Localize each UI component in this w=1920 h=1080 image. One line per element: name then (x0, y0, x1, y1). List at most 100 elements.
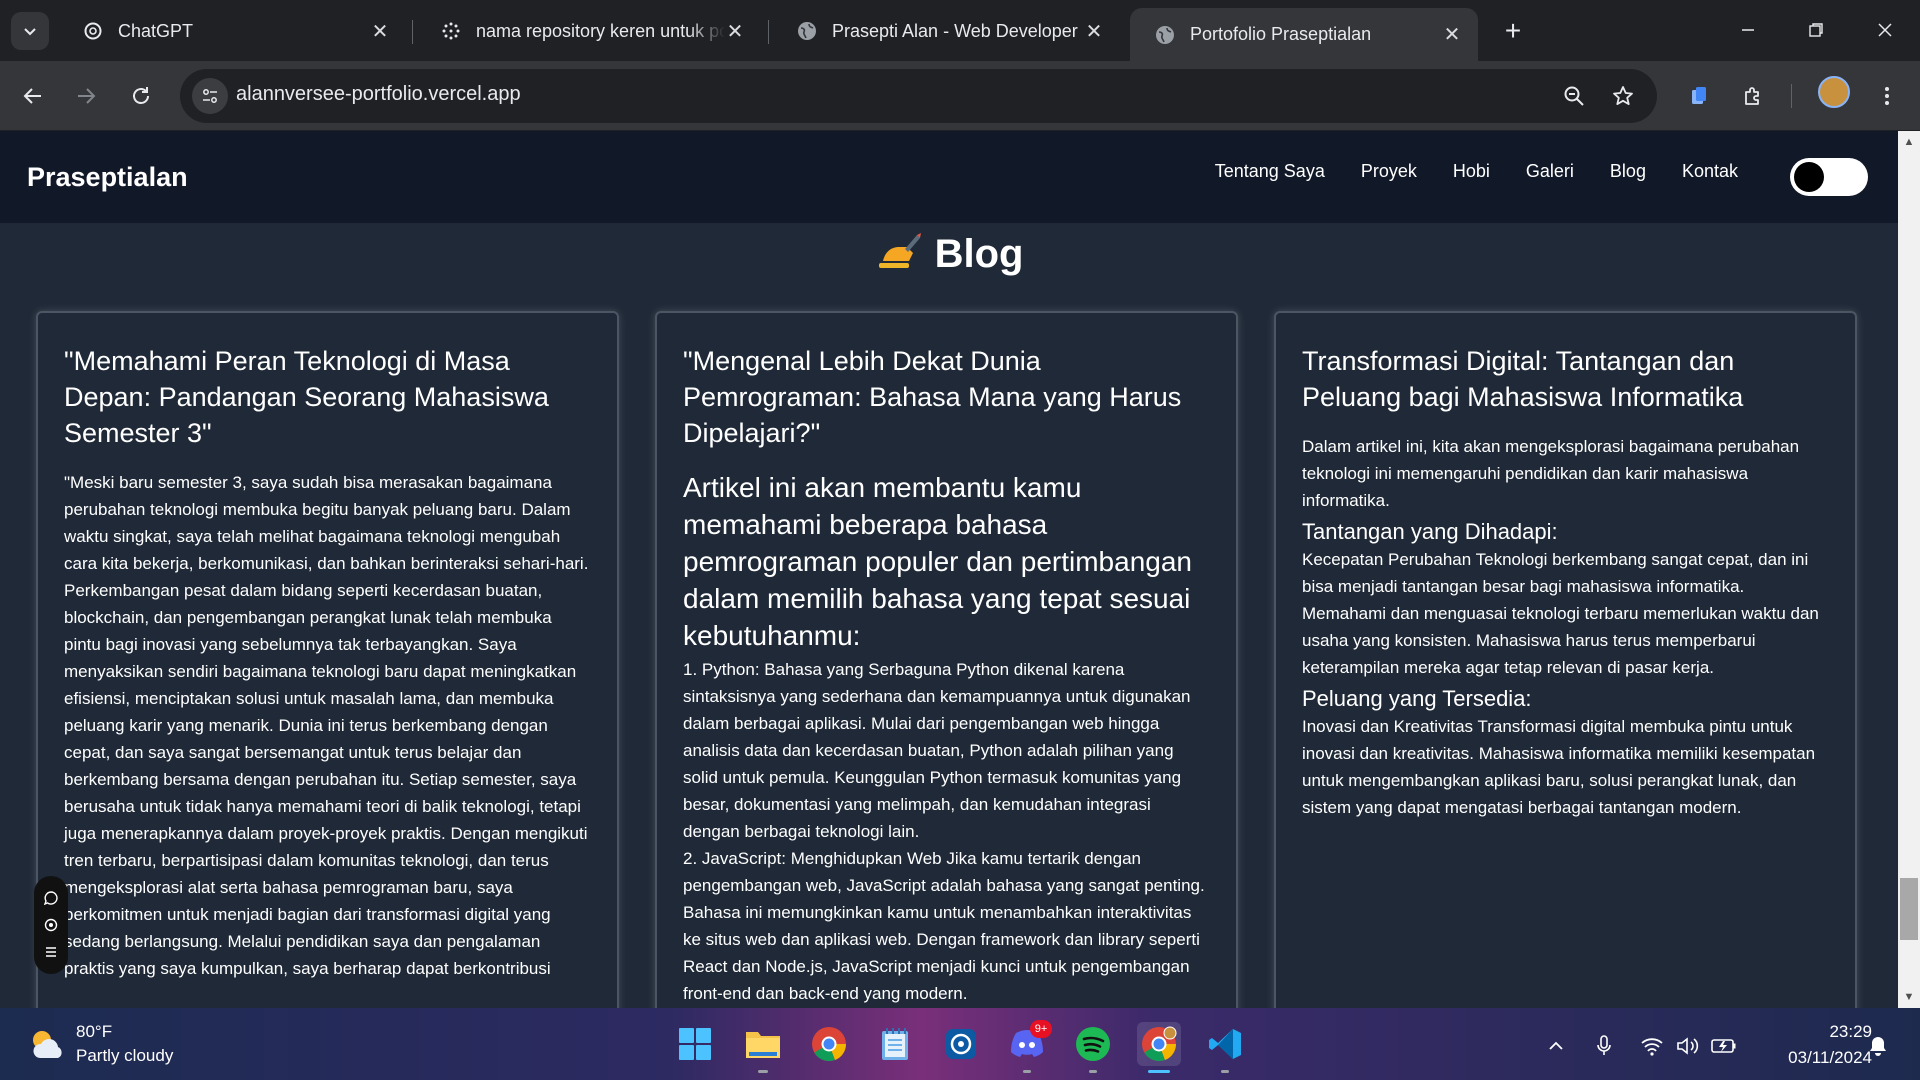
address-bar[interactable]: alannversee-portfolio.vercel.app (180, 69, 1657, 123)
close-tab-icon[interactable]: ✕ (1442, 22, 1462, 47)
file-explorer-icon (746, 1032, 780, 1058)
floating-side-toolbar (34, 876, 68, 974)
blog-card-intro: Dalam artikel ini, kita akan mengeksplor… (1302, 437, 1800, 510)
url-text[interactable]: alannversee-portfolio.vercel.app (236, 83, 521, 106)
minimize-button[interactable] (1723, 10, 1773, 50)
extension-button[interactable] (1679, 76, 1719, 116)
blog-card-paragraph: Inovasi dan Kreativitas Transformasi dig… (1302, 717, 1816, 817)
nav-link-hobi[interactable]: Hobi (1453, 161, 1490, 182)
discord-notification-badge: 9+ (1030, 1020, 1052, 1038)
zoom-button[interactable] (1558, 80, 1590, 112)
tray-microphone[interactable] (1590, 1032, 1618, 1060)
taskbar-spotify[interactable] (1071, 1022, 1115, 1066)
taskbar-chrome-profile[interactable] (1137, 1022, 1181, 1066)
tab-chatgpt[interactable]: ChatGPT ✕ (58, 8, 406, 54)
restore-icon (1809, 23, 1823, 37)
blog-card-subheading: Tantangan yang Dihadapi: (1302, 519, 1558, 544)
scroll-down-arrow-icon[interactable]: ▼ (1898, 988, 1920, 1006)
site-info-button[interactable] (192, 78, 228, 114)
blog-card-title: "Memahami Peran Teknologi di Masa Depan:… (64, 346, 549, 448)
taskbar-file-explorer[interactable] (741, 1022, 785, 1066)
tab-strip: ChatGPT ✕ nama repository keren untuk po… (0, 0, 1920, 61)
page-scrollbar[interactable] (1898, 131, 1920, 1008)
nav-link-tentang-saya[interactable]: Tentang Saya (1215, 161, 1325, 182)
scrollbar-thumb[interactable] (1900, 878, 1918, 940)
start-button[interactable] (673, 1022, 717, 1066)
page-viewport: Praseptialan Tentang Saya Proyek Hobi Ga… (0, 131, 1898, 1008)
dark-mode-toggle[interactable] (1790, 158, 1868, 196)
weather-temperature[interactable]: 80°F (76, 1022, 112, 1042)
nav-link-kontak[interactable]: Kontak (1682, 161, 1738, 182)
nav-link-proyek[interactable]: Proyek (1361, 161, 1417, 182)
blog-card-paragraph: 1. Python: Bahasa yang Serbaguna Python … (683, 660, 1191, 841)
blog-card-paragraph: 2. JavaScript: Menghidupkan Web Jika kam… (683, 849, 1205, 1003)
restore-button[interactable] (1791, 10, 1841, 50)
chrome-menu-button[interactable] (1867, 76, 1907, 116)
bookmark-button[interactable] (1607, 80, 1639, 112)
writing-hand-emoji-icon (878, 233, 921, 268)
extensions-menu-button[interactable] (1733, 76, 1773, 116)
close-tab-icon[interactable]: ✕ (370, 19, 390, 44)
scroll-up-arrow-icon[interactable]: ▲ (1898, 133, 1920, 151)
menu-icon[interactable] (44, 945, 58, 959)
toolbar-divider (1791, 84, 1792, 108)
clock-date[interactable]: 03/11/2024 (1756, 1048, 1872, 1068)
show-hidden-icons[interactable] (1542, 1032, 1570, 1060)
tab-title: nama repository keren untuk portofolio (476, 20, 725, 41)
app-running-indicator (1221, 1070, 1229, 1073)
reload-button[interactable] (121, 76, 161, 116)
profile-avatar[interactable] (1818, 76, 1850, 108)
start-icon (679, 1028, 711, 1060)
nav-link-blog[interactable]: Blog (1610, 161, 1646, 182)
blog-card-paragraph: Kecepatan Perubahan Teknologi berkembang… (1302, 550, 1819, 677)
blog-section-heading: Blog (0, 231, 1898, 277)
tray-volume[interactable] (1674, 1032, 1702, 1060)
more-vert-icon (1885, 87, 1889, 105)
app-running-indicator (1023, 1070, 1031, 1073)
puzzle-icon (1745, 87, 1759, 105)
back-button[interactable] (13, 76, 53, 116)
globe-icon (796, 20, 818, 42)
tab-divider (768, 20, 769, 44)
clock-time[interactable]: 23:29 (1808, 1022, 1872, 1042)
tab-search-button[interactable] (11, 12, 49, 50)
notifications-button[interactable] (1864, 1032, 1892, 1060)
weather-description[interactable]: Partly cloudy (76, 1046, 173, 1066)
taskbar-vscode[interactable] (1203, 1022, 1247, 1066)
app-running-indicator (1089, 1070, 1097, 1073)
blog-card-subheading: Peluang yang Tersedia: (1302, 686, 1532, 711)
nav-link-galeri[interactable]: Galeri (1526, 161, 1574, 182)
site-navbar: Praseptialan Tentang Saya Proyek Hobi Ga… (0, 131, 1898, 223)
blog-card-lead: Artikel ini akan membantu kamu memahami … (683, 472, 1192, 651)
blog-card-body: "Meski baru semester 3, saya sudah bisa … (64, 473, 589, 978)
site-brand[interactable]: Praseptialan (27, 162, 188, 193)
battery-charging-icon (1711, 1039, 1736, 1053)
chatgpt-icon (82, 20, 104, 42)
tune-icon (203, 89, 217, 103)
close-window-button[interactable] (1860, 10, 1910, 50)
blog-card: "Mengenal Lebih Dekat Dunia Pemrograman:… (655, 311, 1238, 1008)
taskbar-chrome[interactable] (807, 1022, 851, 1066)
chat-bubble-icon[interactable] (44, 890, 58, 905)
taskbar-notepad[interactable] (873, 1022, 917, 1066)
close-tab-icon[interactable]: ✕ (725, 19, 745, 44)
tab-repository[interactable]: nama repository keren untuk portofolio ✕ (416, 8, 761, 54)
globe-icon (1154, 24, 1176, 46)
chevron-down-icon (24, 28, 36, 36)
eye-icon[interactable] (44, 918, 58, 932)
tab-portofolio-active[interactable]: Portofolio Praseptialan ✕ (1130, 8, 1478, 61)
chevron-up-icon (1549, 1041, 1563, 1050)
arrow-left-icon (23, 88, 41, 104)
tray-wifi[interactable] (1638, 1032, 1666, 1060)
close-tab-icon[interactable]: ✕ (1084, 19, 1104, 44)
new-tab-button[interactable]: + (1496, 14, 1530, 48)
tab-prasepti-alan[interactable]: Prasepti Alan - Web Developer ✕ (772, 8, 1120, 54)
taskbar-snipping-tool[interactable] (939, 1022, 983, 1066)
tab-title: Portofolio Praseptialan (1190, 24, 1372, 44)
tab-title: ChatGPT (118, 20, 194, 41)
forward-button[interactable] (66, 76, 106, 116)
partly-cloudy-icon[interactable] (26, 1024, 66, 1064)
toggle-knob (1794, 162, 1824, 192)
tray-battery[interactable] (1710, 1032, 1738, 1060)
chrome-icon (812, 1027, 847, 1062)
